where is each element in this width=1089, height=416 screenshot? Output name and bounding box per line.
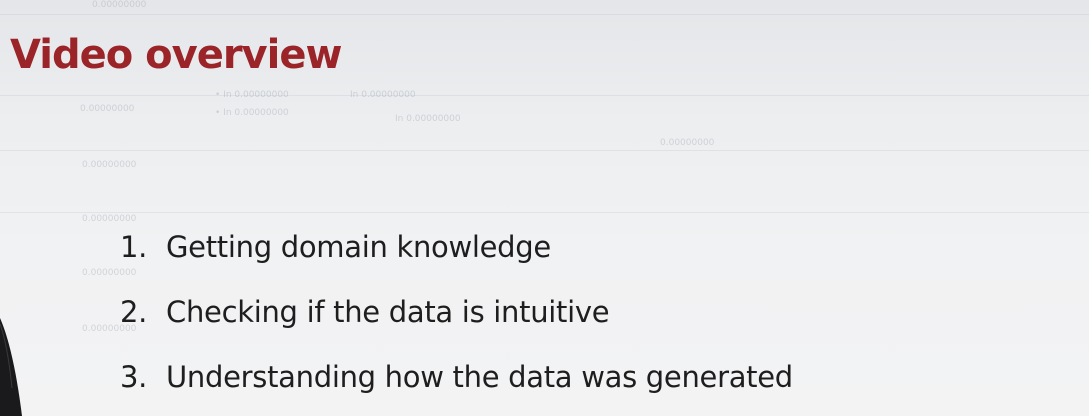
list-item: 3. Understanding how the data was generat… [120,352,793,416]
list-item: 2. Checking if the data is intuitive [120,287,793,352]
slide-title: Video overview [10,32,342,78]
list-item-number: 1. [120,230,148,264]
list-item-number: 3. [120,360,148,394]
list-item: 1. Getting domain knowledge [120,222,793,287]
list-item-text: Getting domain knowledge [166,230,551,264]
overview-list: 1. Getting domain knowledge 2. Checking if… [120,222,793,416]
presenter-silhouette [0,318,22,416]
list-item-text: Understanding how the data was generated [166,360,793,394]
list-item-number: 2. [120,295,148,329]
list-item-text: Checking if the data is intuitive [166,295,610,329]
video-slide: 0.00000000 0.00000000 • In 0.00000000 • … [0,0,1089,416]
